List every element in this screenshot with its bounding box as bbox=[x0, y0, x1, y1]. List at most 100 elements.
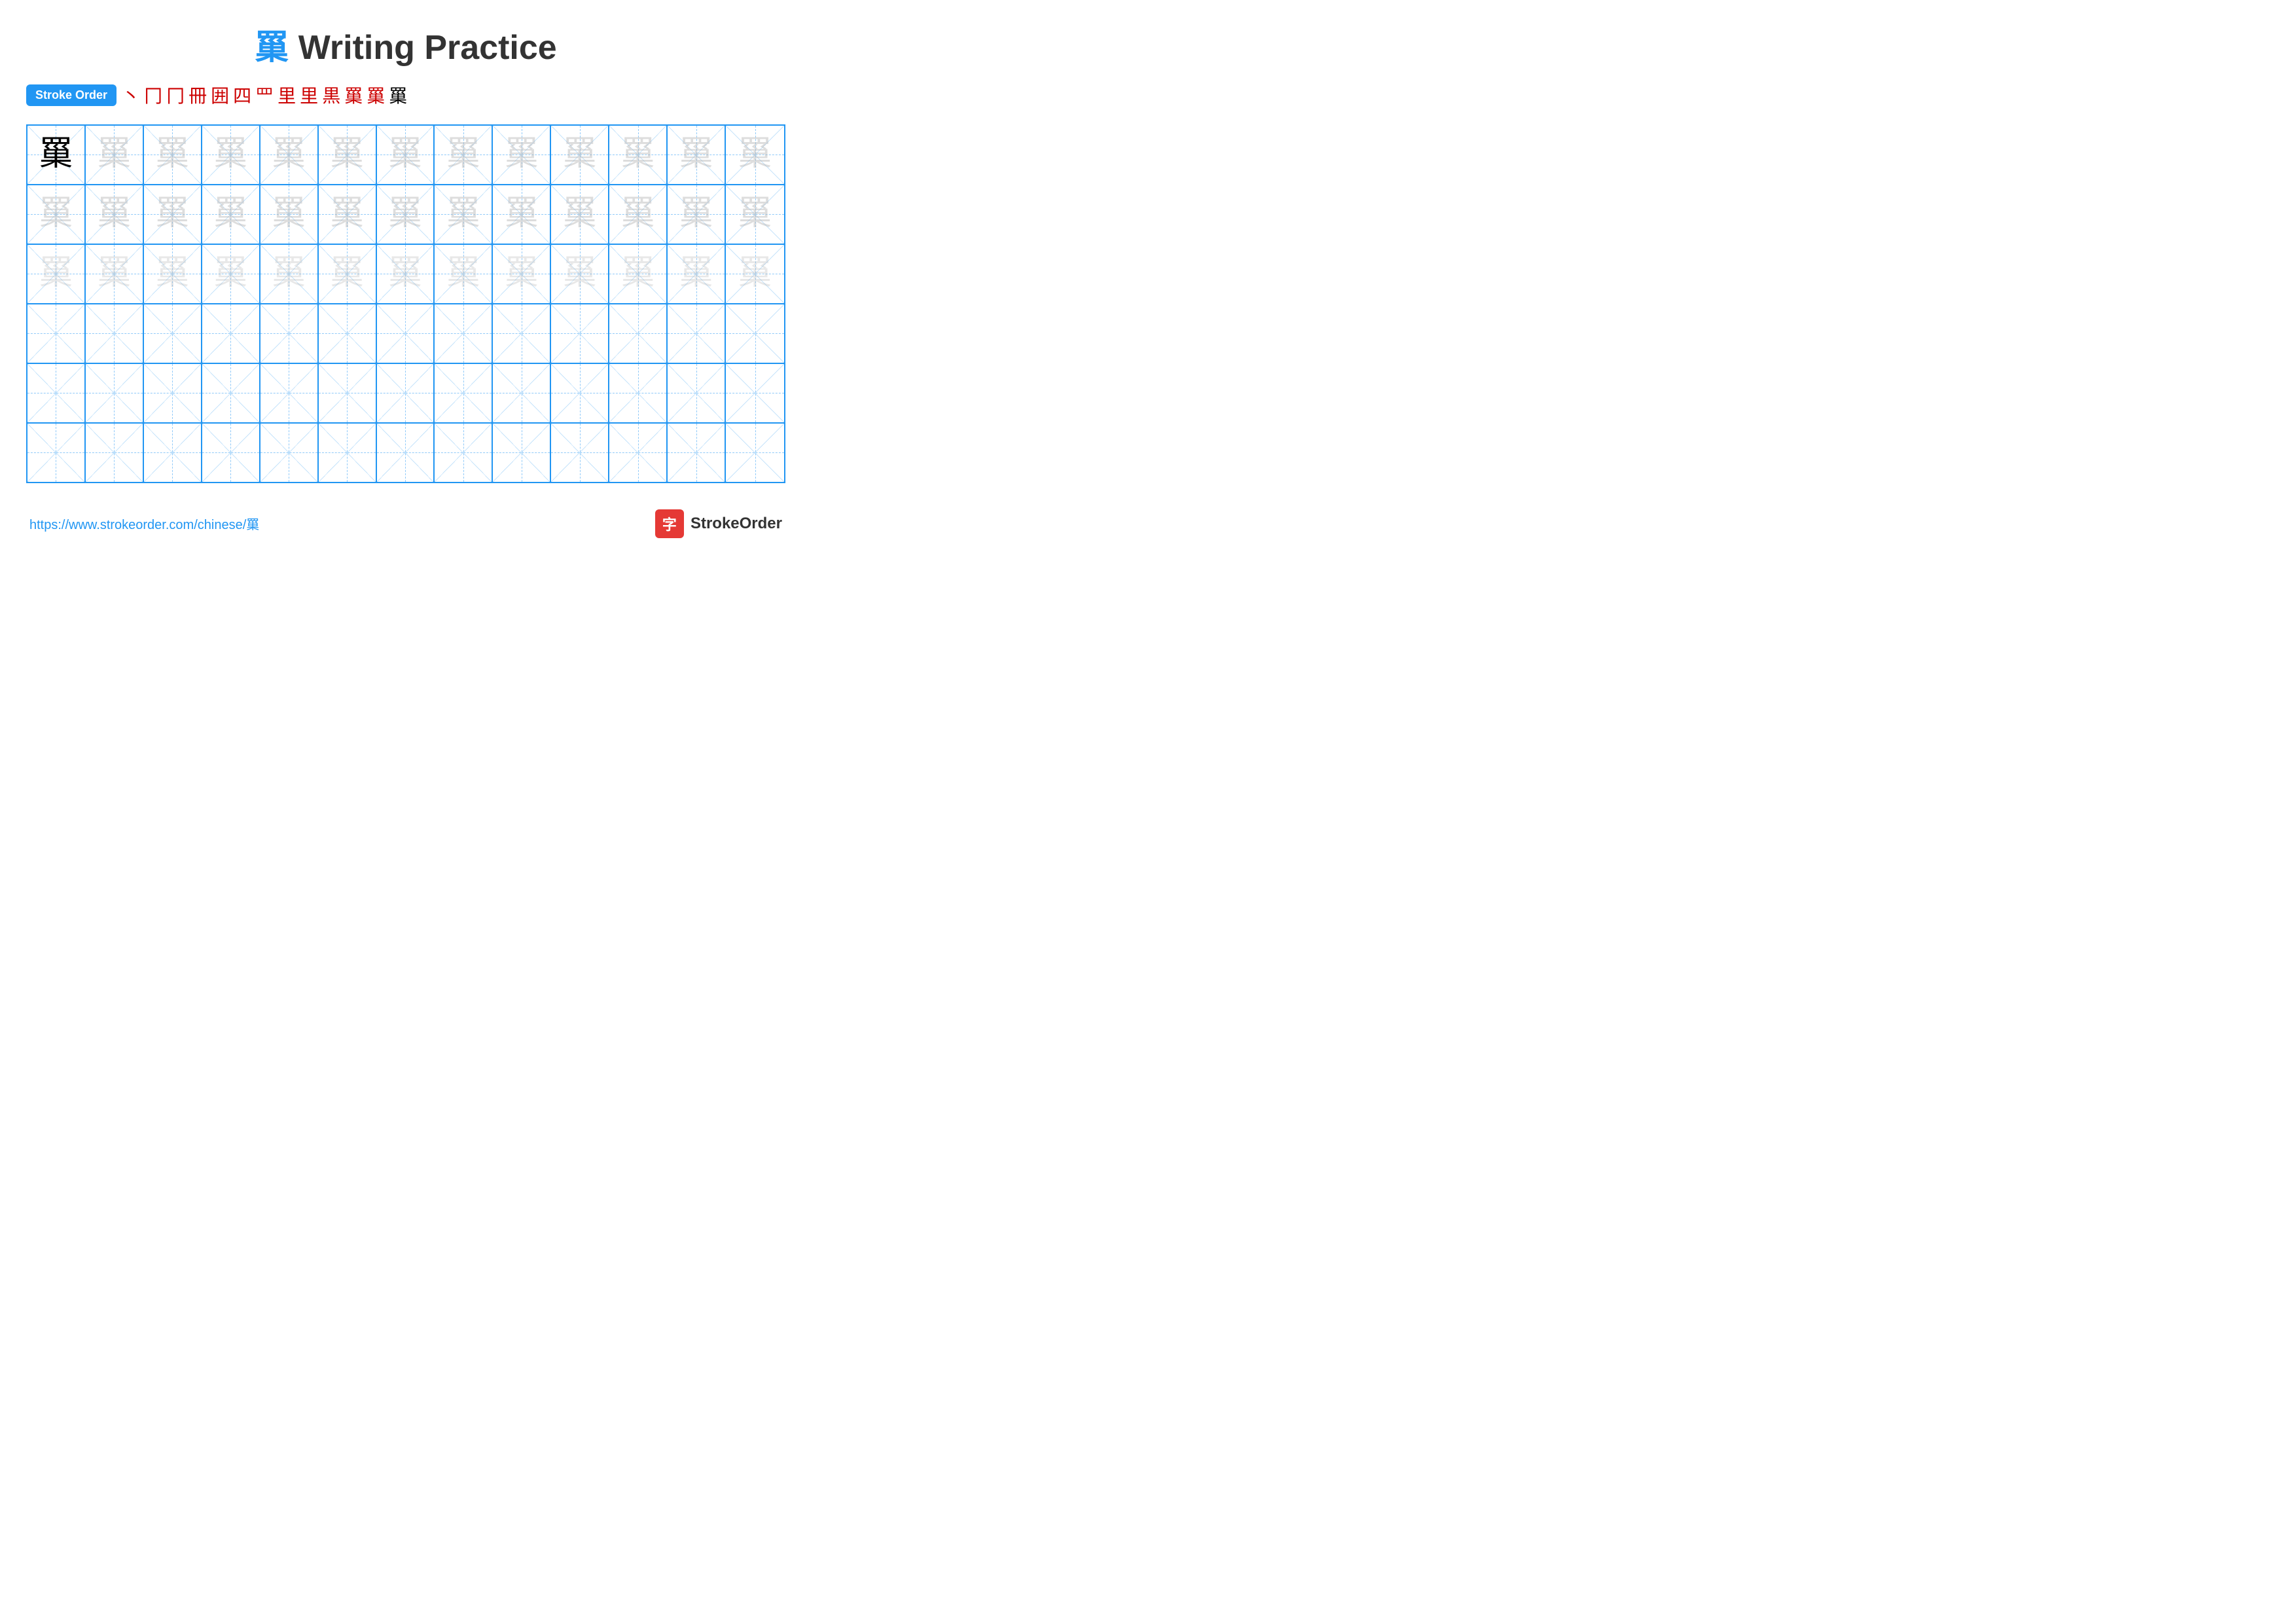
grid-cell-2-2: 罺 bbox=[86, 185, 144, 244]
grid-row-4 bbox=[27, 304, 784, 364]
grid-cell-4-8[interactable] bbox=[435, 304, 493, 363]
grid-cell-3-12: 罺 bbox=[668, 245, 726, 303]
practice-grid: 罺 罺 罺 罺 罺 罺 罺 罺 罺 罺 罺 罺 罺 罺 罺 罺 罺 罺 罺 罺 … bbox=[26, 124, 785, 483]
grid-cell-3-7: 罺 bbox=[377, 245, 435, 303]
page-title: 罺 Writing Practice bbox=[26, 20, 785, 69]
grid-cell-4-13[interactable] bbox=[726, 304, 784, 363]
grid-cell-4-3[interactable] bbox=[144, 304, 202, 363]
grid-cell-3-5: 罺 bbox=[260, 245, 319, 303]
grid-cell-6-4[interactable] bbox=[202, 424, 260, 482]
grid-cell-5-5[interactable] bbox=[260, 364, 319, 422]
stroke-order-row: Stroke Order 丶 冂 冂 冊 囲 四 罒 里 里 黒 罺 罺 罺 bbox=[26, 82, 785, 108]
grid-cell-4-6[interactable] bbox=[319, 304, 377, 363]
grid-cell-2-11: 罺 bbox=[609, 185, 668, 244]
stroke-order-badge: Stroke Order bbox=[26, 84, 117, 106]
grid-cell-6-2[interactable] bbox=[86, 424, 144, 482]
grid-cell-5-8[interactable] bbox=[435, 364, 493, 422]
grid-cell-6-9[interactable] bbox=[493, 424, 551, 482]
grid-cell-1-13: 罺 bbox=[726, 126, 784, 184]
grid-cell-2-1: 罺 bbox=[27, 185, 86, 244]
grid-cell-6-8[interactable] bbox=[435, 424, 493, 482]
grid-cell-6-10[interactable] bbox=[551, 424, 609, 482]
grid-cell-6-3[interactable] bbox=[144, 424, 202, 482]
grid-cell-5-13[interactable] bbox=[726, 364, 784, 422]
stroke-3: 冂 bbox=[166, 82, 185, 108]
grid-cell-1-9: 罺 bbox=[493, 126, 551, 184]
grid-cell-1-11: 罺 bbox=[609, 126, 668, 184]
grid-cell-5-10[interactable] bbox=[551, 364, 609, 422]
title-char: 罺 bbox=[255, 29, 289, 67]
grid-cell-2-4: 罺 bbox=[202, 185, 260, 244]
grid-row-2: 罺 罺 罺 罺 罺 罺 罺 罺 罺 罺 罺 罺 罺 bbox=[27, 185, 784, 245]
grid-cell-2-6: 罺 bbox=[319, 185, 377, 244]
grid-cell-3-6: 罺 bbox=[319, 245, 377, 303]
grid-cell-1-3: 罺 bbox=[144, 126, 202, 184]
grid-cell-3-9: 罺 bbox=[493, 245, 551, 303]
grid-row-5 bbox=[27, 364, 784, 424]
grid-cell-5-9[interactable] bbox=[493, 364, 551, 422]
grid-cell-3-2: 罺 bbox=[86, 245, 144, 303]
stroke-8: 里 bbox=[278, 82, 296, 108]
grid-cell-3-3: 罺 bbox=[144, 245, 202, 303]
stroke-7: 罒 bbox=[255, 82, 274, 108]
grid-cell-3-13: 罺 bbox=[726, 245, 784, 303]
grid-cell-4-1[interactable] bbox=[27, 304, 86, 363]
stroke-11: 罺 bbox=[344, 82, 363, 108]
grid-cell-5-6[interactable] bbox=[319, 364, 377, 422]
grid-cell-6-12[interactable] bbox=[668, 424, 726, 482]
grid-cell-5-4[interactable] bbox=[202, 364, 260, 422]
stroke-1: 丶 bbox=[122, 82, 140, 108]
grid-cell-6-6[interactable] bbox=[319, 424, 377, 482]
grid-cell-2-8: 罺 bbox=[435, 185, 493, 244]
grid-cell-2-12: 罺 bbox=[668, 185, 726, 244]
grid-cell-1-4: 罺 bbox=[202, 126, 260, 184]
grid-cell-2-13: 罺 bbox=[726, 185, 784, 244]
grid-cell-1-10: 罺 bbox=[551, 126, 609, 184]
title-text: Writing Practice bbox=[289, 29, 556, 67]
grid-cell-2-7: 罺 bbox=[377, 185, 435, 244]
grid-row-3: 罺 罺 罺 罺 罺 罺 罺 罺 罺 罺 罺 罺 罺 bbox=[27, 245, 784, 304]
grid-cell-6-7[interactable] bbox=[377, 424, 435, 482]
grid-cell-4-11[interactable] bbox=[609, 304, 668, 363]
stroke-2: 冂 bbox=[144, 82, 162, 108]
grid-cell-6-13[interactable] bbox=[726, 424, 784, 482]
grid-cell-4-5[interactable] bbox=[260, 304, 319, 363]
grid-cell-4-9[interactable] bbox=[493, 304, 551, 363]
grid-cell-4-7[interactable] bbox=[377, 304, 435, 363]
char-solid: 罺 bbox=[39, 137, 73, 172]
stroke-9: 里 bbox=[300, 82, 318, 108]
grid-cell-6-11[interactable] bbox=[609, 424, 668, 482]
grid-cell-1-6: 罺 bbox=[319, 126, 377, 184]
grid-cell-2-10: 罺 bbox=[551, 185, 609, 244]
stroke-5: 囲 bbox=[211, 82, 229, 108]
stroke-6: 四 bbox=[233, 82, 251, 108]
grid-cell-3-10: 罺 bbox=[551, 245, 609, 303]
grid-cell-2-5: 罺 bbox=[260, 185, 319, 244]
brand-name: StrokeOrder bbox=[691, 515, 782, 533]
grid-cell-5-12[interactable] bbox=[668, 364, 726, 422]
grid-cell-5-3[interactable] bbox=[144, 364, 202, 422]
footer: https://www.strokeorder.com/chinese/罺 字 … bbox=[26, 509, 785, 538]
grid-cell-1-2: 罺 bbox=[86, 126, 144, 184]
grid-cell-6-5[interactable] bbox=[260, 424, 319, 482]
grid-cell-5-2[interactable] bbox=[86, 364, 144, 422]
grid-cell-1-8: 罺 bbox=[435, 126, 493, 184]
grid-cell-2-3: 罺 bbox=[144, 185, 202, 244]
grid-cell-4-4[interactable] bbox=[202, 304, 260, 363]
grid-cell-5-1[interactable] bbox=[27, 364, 86, 422]
grid-cell-4-12[interactable] bbox=[668, 304, 726, 363]
grid-cell-2-9: 罺 bbox=[493, 185, 551, 244]
grid-row-1: 罺 罺 罺 罺 罺 罺 罺 罺 罺 罺 罺 罺 罺 bbox=[27, 126, 784, 185]
grid-cell-5-7[interactable] bbox=[377, 364, 435, 422]
grid-cell-6-1[interactable] bbox=[27, 424, 86, 482]
grid-cell-5-11[interactable] bbox=[609, 364, 668, 422]
grid-cell-4-10[interactable] bbox=[551, 304, 609, 363]
grid-cell-1-5: 罺 bbox=[260, 126, 319, 184]
stroke-10: 黒 bbox=[322, 82, 340, 108]
grid-cell-3-4: 罺 bbox=[202, 245, 260, 303]
grid-cell-4-2[interactable] bbox=[86, 304, 144, 363]
stroke-steps: 丶 冂 冂 冊 囲 四 罒 里 里 黒 罺 罺 罺 bbox=[122, 82, 407, 108]
grid-cell-1-12: 罺 bbox=[668, 126, 726, 184]
stroke-4: 冊 bbox=[188, 82, 207, 108]
stroke-12: 罺 bbox=[367, 82, 385, 108]
